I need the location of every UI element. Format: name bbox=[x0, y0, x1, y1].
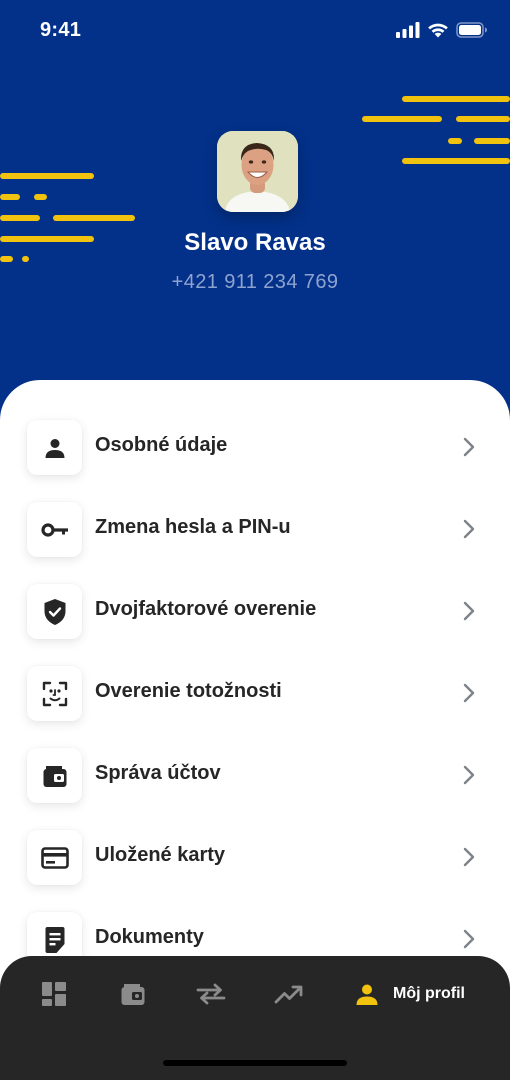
person-icon bbox=[356, 984, 378, 1005]
chevron-right-icon bbox=[463, 437, 475, 457]
menu-icon-box bbox=[27, 502, 82, 557]
menu-item-label: Osobné údaje bbox=[95, 434, 228, 456]
menu-item-label: Overenie totožnosti bbox=[95, 680, 282, 702]
profile-name: Slavo Ravas bbox=[184, 229, 326, 256]
credit-card-icon bbox=[40, 846, 69, 869]
menu-item-label: Zmena hesla a PIN-u bbox=[95, 516, 291, 538]
chevron-right-icon bbox=[463, 601, 475, 621]
trending-up-icon bbox=[274, 985, 303, 1004]
person-icon bbox=[45, 438, 64, 458]
menu-item-personal-data[interactable]: Osobné údaje bbox=[0, 406, 510, 488]
menu-icon-box bbox=[27, 420, 82, 475]
tab-investments[interactable] bbox=[274, 980, 304, 1008]
menu-item-saved-cards[interactable]: Uložené karty bbox=[0, 816, 510, 898]
shield-check-icon bbox=[44, 598, 65, 625]
chevron-right-icon bbox=[463, 765, 475, 785]
menu-item-identity-verification[interactable]: Overenie totožnosti bbox=[0, 652, 510, 734]
menu-icon-box bbox=[27, 666, 82, 721]
menu-item-two-factor[interactable]: Dvojfaktorové overenie bbox=[0, 570, 510, 652]
face-id-icon bbox=[42, 681, 67, 706]
avatar[interactable] bbox=[217, 131, 298, 212]
menu-item-label: Správa účtov bbox=[95, 762, 221, 784]
menu-item-label: Dokumenty bbox=[95, 926, 204, 948]
avatar-photo bbox=[217, 131, 298, 212]
menu-item-account-management[interactable]: Správa účtov bbox=[0, 734, 510, 816]
tab-my-profile[interactable]: Môj profil bbox=[355, 980, 465, 1008]
menu-icon-box bbox=[27, 748, 82, 803]
chevron-right-icon bbox=[463, 847, 475, 867]
document-icon bbox=[45, 926, 64, 953]
key-icon bbox=[40, 522, 68, 537]
chevron-right-icon bbox=[463, 519, 475, 539]
wallet-icon bbox=[43, 765, 66, 787]
tab-dashboard[interactable] bbox=[41, 980, 67, 1008]
transfer-icon bbox=[196, 983, 226, 1005]
chevron-right-icon bbox=[463, 683, 475, 703]
home-indicator bbox=[163, 1060, 347, 1066]
tab-bar: Môj profil bbox=[0, 956, 510, 1080]
profile-phone: +421 911 234 769 bbox=[171, 271, 339, 293]
wallet-icon bbox=[121, 984, 145, 1005]
menu-icon-box bbox=[27, 584, 82, 639]
tab-wallet[interactable] bbox=[120, 980, 146, 1008]
tab-label: Môj profil bbox=[393, 985, 465, 1002]
chevron-right-icon bbox=[463, 929, 475, 949]
menu-item-label: Dvojfaktorové overenie bbox=[95, 598, 317, 620]
tab-transfers[interactable] bbox=[196, 980, 226, 1008]
dashboard-icon bbox=[42, 982, 66, 1006]
menu-icon-box bbox=[27, 830, 82, 885]
menu-item-label: Uložené karty bbox=[95, 844, 226, 866]
menu-item-change-password[interactable]: Zmena hesla a PIN-u bbox=[0, 488, 510, 570]
